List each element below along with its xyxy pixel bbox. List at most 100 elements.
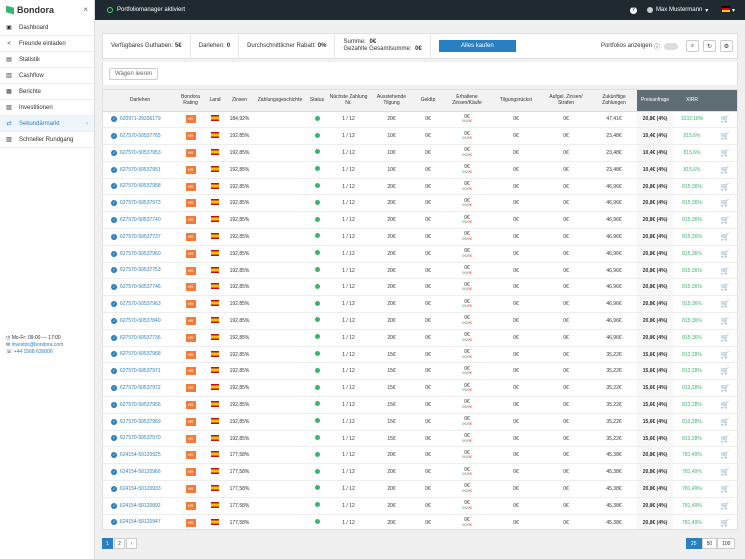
- select-check-icon[interactable]: ✓: [111, 183, 117, 190]
- loan-id-link[interactable]: 627570-50537973: [120, 200, 161, 206]
- close-icon[interactable]: ×: [83, 5, 88, 14]
- add-to-cart-icon[interactable]: 🛒: [721, 468, 730, 476]
- add-to-cart-icon[interactable]: 🛒: [721, 166, 730, 174]
- sidebar-item-5[interactable]: ▧ Investitionen: [0, 100, 94, 116]
- add-to-cart-icon[interactable]: 🛒: [721, 401, 730, 409]
- select-check-icon[interactable]: ✓: [111, 267, 117, 274]
- select-check-icon[interactable]: ✓: [111, 519, 117, 526]
- page-size-button[interactable]: 25: [686, 538, 702, 549]
- column-header[interactable]: Zahlungsgeschichte: [253, 90, 307, 112]
- logo[interactable]: Bondora ×: [0, 0, 94, 20]
- clear-cart-button[interactable]: Wagen leeren: [109, 67, 159, 80]
- loan-id-link[interactable]: 624154-50120892: [120, 503, 161, 509]
- add-to-cart-icon[interactable]: 🛒: [721, 317, 730, 325]
- page-size-button[interactable]: 100: [717, 538, 736, 549]
- select-check-icon[interactable]: ✓: [111, 368, 117, 375]
- select-check-icon[interactable]: ✓: [111, 116, 117, 123]
- loan-id-link[interactable]: 627570-50537736: [120, 335, 161, 341]
- loan-id-link[interactable]: 627570-50537958: [120, 183, 161, 189]
- search-icon[interactable]: ⌕: [686, 40, 699, 52]
- add-to-cart-icon[interactable]: 🛒: [721, 451, 730, 459]
- loan-id-link[interactable]: 627570-50537970: [120, 435, 161, 441]
- email-link[interactable]: investor@bondora.com: [12, 342, 64, 348]
- loan-id-link[interactable]: 627570-50537765: [120, 133, 161, 139]
- column-header[interactable]: Nächste Zahlung Nr.: [327, 90, 370, 112]
- add-to-cart-icon[interactable]: 🛒: [721, 351, 730, 359]
- sidebar-item-1[interactable]: < Freunde einladen: [0, 36, 94, 52]
- select-check-icon[interactable]: ✓: [111, 200, 117, 207]
- add-to-cart-icon[interactable]: 🛒: [721, 367, 730, 375]
- loan-id-link[interactable]: 627570-50537969: [120, 419, 161, 425]
- loan-id-link[interactable]: 627570-50537971: [120, 368, 161, 374]
- help-icon[interactable]: ?: [629, 6, 637, 14]
- phone-link[interactable]: +44 1568 630006: [14, 349, 53, 355]
- select-check-icon[interactable]: ✓: [111, 452, 117, 459]
- column-header[interactable]: Zukünftige Zahlungen: [591, 90, 637, 112]
- add-to-cart-icon[interactable]: 🛒: [721, 502, 730, 510]
- sidebar-item-0[interactable]: ▣ Dashboard: [0, 20, 94, 36]
- sidebar-item-2[interactable]: ▤ Statistik: [0, 52, 94, 68]
- column-header[interactable]: Preisanfrage: [637, 90, 673, 112]
- loan-id-link[interactable]: 627570-50537968: [120, 351, 161, 357]
- user-menu[interactable]: Max Mustermann ▾: [646, 7, 708, 14]
- sidebar-item-7[interactable]: ▨ Schneller Rundgang: [0, 132, 94, 148]
- select-check-icon[interactable]: ✓: [111, 435, 117, 442]
- add-to-cart-icon[interactable]: 🛒: [721, 283, 730, 291]
- loan-id-link[interactable]: 624154-50120966: [120, 469, 161, 475]
- loan-id-link[interactable]: 627570-50537753: [120, 267, 161, 273]
- add-to-cart-icon[interactable]: 🛒: [721, 115, 730, 123]
- add-to-cart-icon[interactable]: 🛒: [721, 519, 730, 527]
- add-to-cart-icon[interactable]: 🛒: [721, 199, 730, 207]
- add-to-cart-icon[interactable]: 🛒: [721, 250, 730, 258]
- column-header[interactable]: Land: [204, 90, 226, 112]
- loan-id-link[interactable]: 627570-50537727: [120, 234, 161, 240]
- column-header[interactable]: Tilgungsrückst: [491, 90, 541, 112]
- loan-id-link[interactable]: 627570-50537956: [120, 402, 161, 408]
- loan-id-link[interactable]: 627570-50537840: [120, 318, 161, 324]
- loan-id-link[interactable]: 627570-50537951: [120, 167, 161, 173]
- loan-id-link[interactable]: 624154-50120925: [120, 452, 161, 458]
- column-header[interactable]: Geldtp: [413, 90, 443, 112]
- page-size-button[interactable]: 50: [701, 538, 718, 549]
- select-check-icon[interactable]: ✓: [111, 401, 117, 408]
- add-to-cart-icon[interactable]: 🛒: [721, 435, 730, 443]
- loan-id-link[interactable]: 627570-50537746: [120, 284, 161, 290]
- select-check-icon[interactable]: ✓: [111, 301, 117, 307]
- page-button[interactable]: ›: [126, 538, 137, 549]
- page-button[interactable]: 2: [114, 538, 125, 549]
- sidebar-item-4[interactable]: ▦ Berichte: [0, 84, 94, 100]
- language-selector[interactable]: ▾: [722, 6, 735, 14]
- loan-id-link[interactable]: 627570-50537972: [120, 385, 161, 391]
- select-check-icon[interactable]: ✓: [111, 217, 117, 224]
- select-check-icon[interactable]: ✓: [111, 166, 117, 173]
- add-to-cart-icon[interactable]: 🛒: [721, 233, 730, 241]
- buy-all-button[interactable]: Alles kaufen: [438, 40, 516, 52]
- add-to-cart-icon[interactable]: 🛒: [721, 300, 730, 308]
- column-header[interactable]: Aufgel. Zinsen/ Strafen: [541, 90, 591, 112]
- loan-id-link[interactable]: 627570-50537963: [120, 301, 161, 307]
- column-header[interactable]: Ausstehende Tilgung: [370, 90, 413, 112]
- loan-id-link[interactable]: 627570-50537740: [120, 217, 161, 223]
- column-header[interactable]: Erhaltene Zinsen/Käufe: [443, 90, 491, 112]
- select-check-icon[interactable]: ✓: [111, 133, 117, 140]
- select-check-icon[interactable]: ✓: [111, 284, 117, 291]
- column-header[interactable]: [711, 90, 737, 112]
- portfolios-toggle[interactable]: [664, 42, 678, 50]
- select-check-icon[interactable]: ✓: [111, 502, 117, 509]
- select-check-icon[interactable]: ✓: [111, 384, 117, 391]
- add-to-cart-icon[interactable]: 🛒: [721, 384, 730, 392]
- add-to-cart-icon[interactable]: 🛒: [721, 418, 730, 426]
- loan-id-link[interactable]: 627570-50537960: [120, 251, 161, 257]
- gear-icon[interactable]: ⚙: [720, 40, 733, 52]
- column-header[interactable]: XIRR: [673, 90, 711, 112]
- add-to-cart-icon[interactable]: 🛒: [721, 216, 730, 224]
- add-to-cart-icon[interactable]: 🛒: [721, 267, 730, 275]
- select-check-icon[interactable]: ✓: [111, 250, 117, 257]
- column-header[interactable]: Status: [307, 90, 327, 112]
- select-check-icon[interactable]: ✓: [111, 418, 117, 425]
- select-check-icon[interactable]: ✓: [111, 351, 117, 358]
- loan-id-link[interactable]: 624154-50120933: [120, 486, 161, 492]
- select-check-icon[interactable]: ✓: [111, 317, 117, 324]
- select-check-icon[interactable]: ✓: [111, 149, 117, 156]
- add-to-cart-icon[interactable]: 🛒: [721, 183, 730, 191]
